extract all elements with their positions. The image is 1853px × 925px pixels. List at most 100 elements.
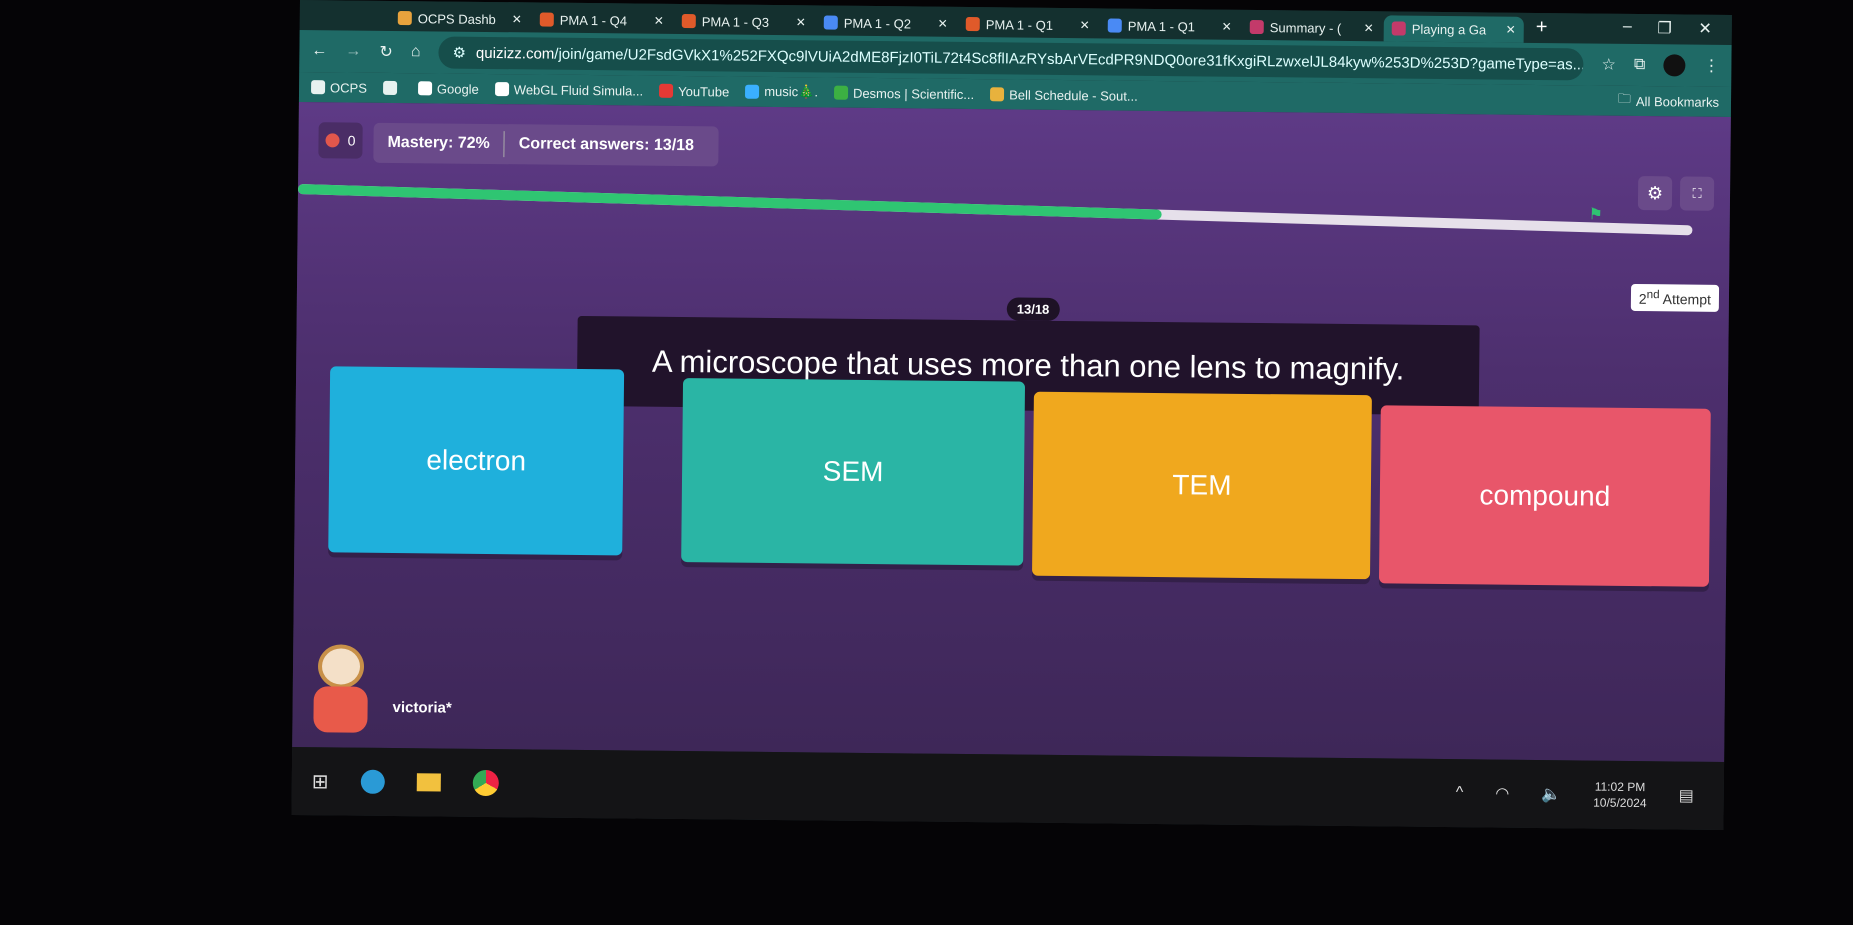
bookmark-item[interactable]: YouTube bbox=[659, 83, 729, 100]
docs-icon bbox=[1107, 18, 1122, 33]
tab[interactable]: PMA 1 - Q2 ✕ bbox=[816, 9, 956, 36]
tab[interactable]: Summary - ( ✕ bbox=[1242, 14, 1382, 41]
clock[interactable]: 11:02 PM 10/5/2024 bbox=[1593, 779, 1647, 812]
answer-option[interactable]: SEM bbox=[681, 378, 1026, 566]
tab[interactable]: PMA 1 - Q1 ✕ bbox=[958, 11, 1098, 38]
bookmark-item[interactable]: Google bbox=[417, 80, 479, 97]
streak-icon bbox=[325, 133, 340, 148]
volume-icon[interactable]: 🔈 bbox=[1541, 784, 1561, 804]
back-icon[interactable]: ← bbox=[311, 42, 327, 60]
tab-title: OCPS Dashb bbox=[417, 10, 496, 27]
tab[interactable]: PMA 1 - Q1 ✕ bbox=[1100, 12, 1240, 39]
answer-option[interactable]: TEM bbox=[1032, 391, 1372, 580]
minimize-button[interactable]: – bbox=[1623, 18, 1632, 36]
attempt-label: Attempt bbox=[1662, 290, 1712, 308]
spinner-icon bbox=[539, 12, 554, 27]
tab-title: PMA 1 - Q3 bbox=[701, 13, 770, 30]
tab[interactable]: Playing a Ga ✕ bbox=[1383, 15, 1524, 43]
maximize-button[interactable]: ❐ bbox=[1657, 18, 1672, 38]
question-counter: 13/18 bbox=[1006, 297, 1060, 321]
score-value: 0 bbox=[347, 132, 356, 149]
bookmark-item[interactable]: Bell Schedule - Sout... bbox=[990, 86, 1138, 104]
notifications-icon[interactable]: ▤ bbox=[1679, 785, 1694, 805]
attempt-badge: 2nd Attempt bbox=[1630, 283, 1720, 312]
profile-avatar[interactable] bbox=[1663, 54, 1686, 77]
bookmark-item[interactable]: Desmos | Scientific... bbox=[833, 85, 975, 102]
close-tab-icon[interactable]: ✕ bbox=[1364, 21, 1374, 35]
fullscreen-button[interactable]: ⛶ bbox=[1679, 176, 1715, 211]
finish-flag-icon: ⚑ bbox=[1588, 206, 1604, 224]
bookmark-item[interactable]: music🎄. bbox=[745, 84, 818, 101]
tray-chevron-icon[interactable]: ^ bbox=[1456, 784, 1464, 802]
tab-title: Playing a Ga bbox=[1411, 21, 1487, 37]
bookmark-item[interactable]: OCPS bbox=[311, 79, 367, 96]
bookmark-item[interactable] bbox=[382, 80, 402, 96]
file-explorer-icon[interactable] bbox=[416, 773, 441, 792]
url-domain: quizizz.com bbox=[475, 44, 555, 63]
bookmark-label: WebGL Fluid Simula... bbox=[513, 81, 644, 99]
forward-icon[interactable]: → bbox=[345, 42, 361, 60]
settings-button[interactable]: ⚙ bbox=[1637, 176, 1673, 211]
windows-start-icon[interactable]: ⊞ bbox=[312, 769, 329, 794]
close-tab-icon[interactable]: ✕ bbox=[512, 12, 522, 26]
player-avatar bbox=[305, 644, 376, 737]
edge-icon[interactable] bbox=[360, 769, 385, 794]
quizizz-icon bbox=[1391, 21, 1406, 36]
close-tab-icon[interactable]: ✕ bbox=[796, 15, 806, 29]
bookmark-label: Google bbox=[436, 80, 479, 97]
tab[interactable]: OCPS Dashb ✕ bbox=[390, 5, 530, 32]
reload-icon[interactable]: ↻ bbox=[379, 42, 393, 62]
close-tab-icon[interactable]: ✕ bbox=[938, 17, 948, 31]
attempt-suffix: nd bbox=[1646, 288, 1660, 302]
answer-option[interactable]: compound bbox=[1378, 405, 1711, 587]
menu-icon[interactable]: ⋮ bbox=[1703, 56, 1719, 76]
player-name: victoria* bbox=[392, 699, 452, 717]
answer-label: SEM bbox=[822, 455, 884, 488]
correct-answers-text: Correct answers: 13/18 bbox=[518, 135, 695, 155]
tab[interactable]: PMA 1 - Q3 ✕ bbox=[674, 8, 814, 35]
quizizz-icon bbox=[1249, 19, 1264, 35]
bookmark-label: OCPS bbox=[330, 79, 368, 96]
folder-icon bbox=[311, 80, 326, 95]
answer-option[interactable]: electron bbox=[328, 366, 625, 556]
tab-title: PMA 1 - Q1 bbox=[1127, 18, 1196, 34]
mastery-text: Mastery: 72% bbox=[387, 133, 490, 152]
bookmark-star-icon[interactable]: ☆ bbox=[1602, 55, 1617, 75]
bookmark-label: music🎄. bbox=[764, 83, 819, 100]
desmos-icon bbox=[833, 85, 849, 100]
progress-fill bbox=[297, 183, 1162, 220]
close-tab-icon[interactable]: ✕ bbox=[1222, 20, 1232, 34]
spinner-icon bbox=[965, 16, 980, 32]
tab[interactable]: PMA 1 - Q4 ✕ bbox=[532, 6, 672, 33]
url-input[interactable]: ⚙ quizizz.com/join/game/U2FsdGVkX1%252FX… bbox=[438, 36, 1584, 81]
extensions-icon[interactable]: ⧉ bbox=[1634, 56, 1646, 74]
windows-taskbar: ⊞ ^ ◠ 🔈 11:02 PM 10/5/2024 ▤ bbox=[291, 746, 1725, 830]
site-settings-icon[interactable]: ⚙ bbox=[452, 44, 466, 62]
google-icon bbox=[417, 81, 432, 96]
bookmark-item[interactable]: WebGL Fluid Simula... bbox=[494, 81, 644, 99]
home-icon[interactable]: ⌂ bbox=[411, 43, 421, 61]
youtube-icon bbox=[659, 83, 674, 98]
attempt-number: 2 bbox=[1638, 290, 1647, 307]
apps-grid-icon bbox=[382, 80, 398, 96]
close-tab-icon[interactable]: ✕ bbox=[1506, 23, 1516, 37]
monitor-screen: OCPS Dashb ✕ PMA 1 - Q4 ✕ PMA 1 - Q3 ✕ PMA 1 -… bbox=[291, 0, 1732, 830]
new-tab-button[interactable]: + bbox=[1536, 16, 1548, 39]
spinner-icon bbox=[681, 13, 696, 29]
bookmark-label: Desmos | Scientific... bbox=[852, 85, 975, 102]
wifi-icon[interactable]: ◠ bbox=[1495, 784, 1509, 804]
all-bookmarks[interactable]: 🗀 All Bookmarks bbox=[1618, 90, 1719, 113]
folder-icon: 🗀 bbox=[1617, 90, 1632, 106]
quiz-area: 0 Mastery: 72% Correct answers: 13/18 ⚙ … bbox=[292, 101, 1731, 762]
url-path: /join/game/U2FsdGVkX1%252FXQc9lVUiA2dME8… bbox=[554, 45, 1584, 73]
tab-title: PMA 1 - Q4 bbox=[559, 12, 628, 28]
tab-title: PMA 1 - Q1 bbox=[985, 16, 1054, 33]
close-tab-icon[interactable]: ✕ bbox=[654, 14, 664, 28]
tab-title: Summary - ( bbox=[1269, 19, 1342, 36]
calendar-icon bbox=[990, 87, 1005, 102]
close-window-button[interactable]: ✕ bbox=[1698, 19, 1712, 39]
progress-bar: ⚑ bbox=[297, 183, 1693, 236]
close-tab-icon[interactable]: ✕ bbox=[1080, 18, 1090, 32]
answer-label: compound bbox=[1479, 479, 1611, 512]
chrome-icon[interactable] bbox=[472, 769, 499, 797]
